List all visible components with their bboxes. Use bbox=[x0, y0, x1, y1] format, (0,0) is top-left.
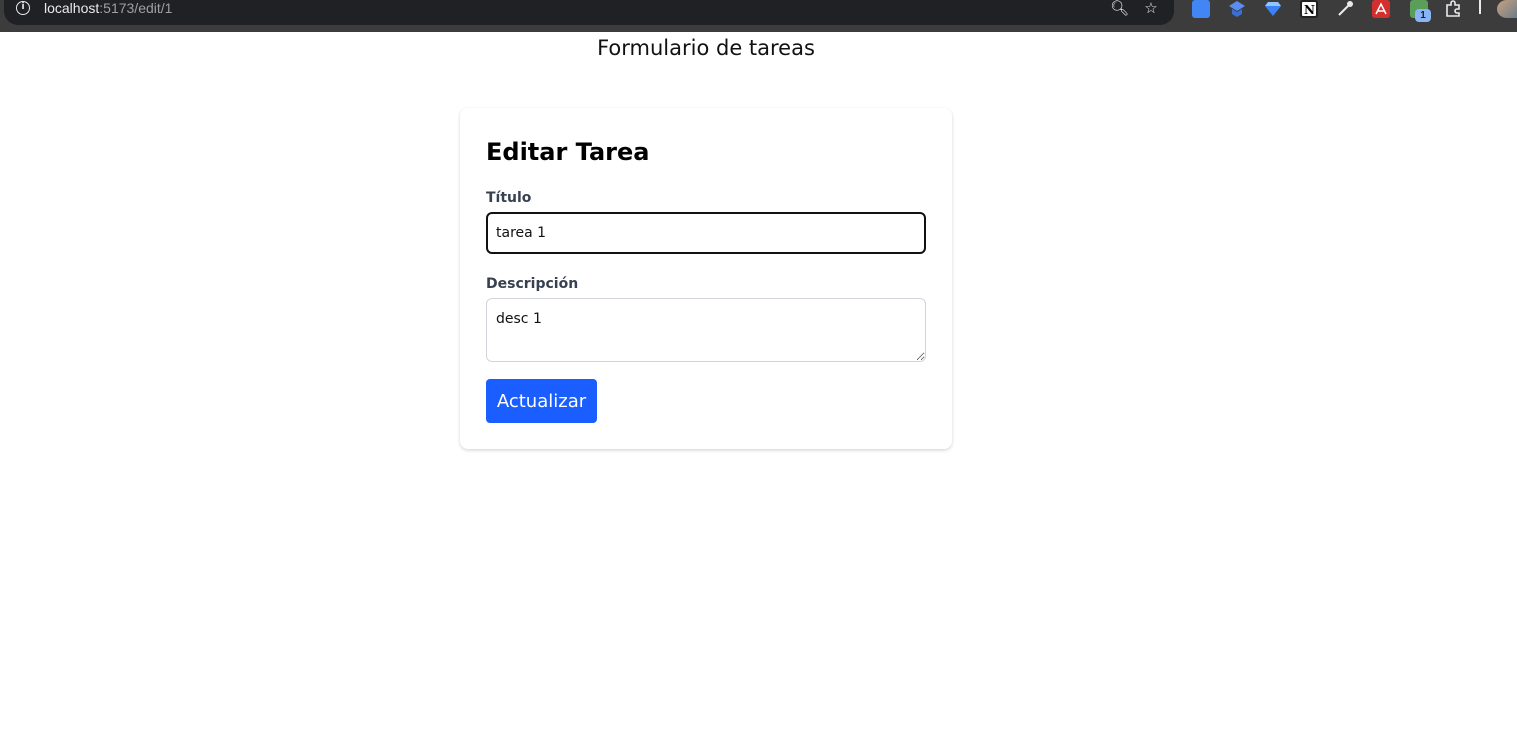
form-heading: Editar Tarea bbox=[486, 138, 650, 166]
google-translate-icon[interactable] bbox=[1192, 0, 1210, 18]
url-path: :5173/edit/1 bbox=[99, 0, 173, 16]
description-label: Descripción bbox=[486, 276, 579, 292]
zoom-icon[interactable]: 🔍︎ bbox=[1110, 0, 1129, 16]
extension-blue-icon[interactable] bbox=[1228, 0, 1246, 18]
update-button[interactable]: Actualizar bbox=[486, 379, 597, 423]
url-host: localhost bbox=[44, 0, 100, 16]
pdf-icon[interactable] bbox=[1372, 0, 1390, 18]
url-text[interactable]: localhost:5173/edit/1 bbox=[44, 0, 172, 16]
svg-text:N: N bbox=[1304, 3, 1315, 16]
title-label: Título bbox=[486, 190, 532, 206]
extensions-puzzle-icon[interactable] bbox=[1444, 0, 1462, 18]
title-input[interactable] bbox=[486, 212, 926, 254]
address-bar[interactable]: i localhost:5173/edit/1 🔍︎ ☆ bbox=[4, 0, 1174, 25]
notion-icon[interactable]: N bbox=[1300, 0, 1318, 18]
toolbar-divider bbox=[1479, 0, 1481, 14]
browser-bar: i localhost:5173/edit/1 🔍︎ ☆ N 1 bbox=[0, 0, 1517, 32]
profile-avatar[interactable] bbox=[1497, 0, 1517, 18]
site-info-icon[interactable]: i bbox=[16, 1, 30, 15]
bookmark-star-icon[interactable]: ☆ bbox=[1142, 0, 1160, 16]
diamond-icon[interactable] bbox=[1264, 0, 1282, 18]
extension-badge: 1 bbox=[1415, 9, 1431, 22]
eyedropper-icon[interactable] bbox=[1336, 0, 1354, 18]
description-textarea[interactable]: desc 1 bbox=[486, 298, 926, 362]
page-title: Formulario de tareas bbox=[597, 36, 815, 60]
task-form-card: Editar Tarea Título Descripción desc 1 A… bbox=[460, 108, 952, 449]
